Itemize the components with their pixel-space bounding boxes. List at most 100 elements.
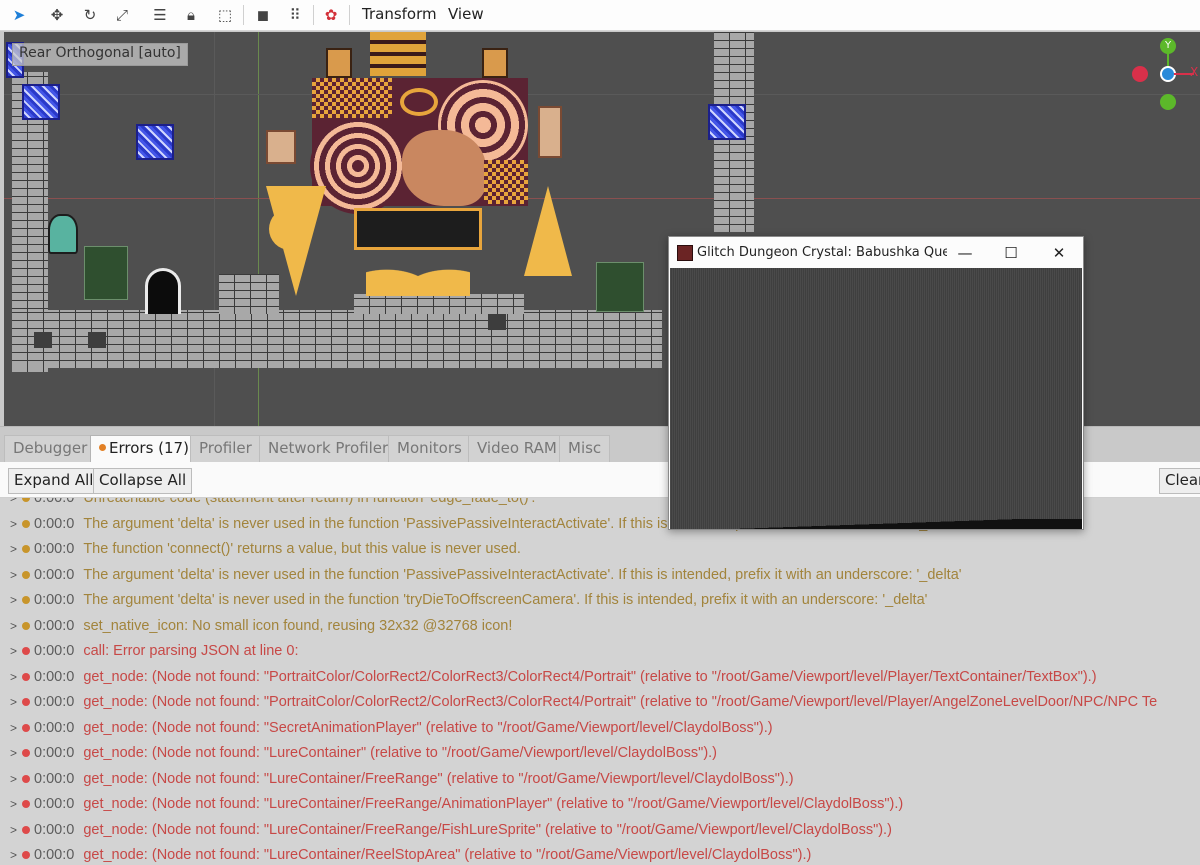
expand-arrow-icon[interactable]: > [10, 517, 22, 531]
lock-icon[interactable]: 🔒︎ [178, 3, 204, 27]
error-time: 0:00:0 [34, 617, 75, 634]
error-time: 0:00:0 [34, 541, 75, 557]
move-icon[interactable]: ✥ [44, 3, 70, 27]
error-icon [22, 800, 30, 808]
tab-video-ram[interactable]: Video RAM [468, 435, 566, 463]
game-canvas[interactable] [670, 268, 1082, 529]
expand-arrow-icon[interactable]: > [10, 746, 22, 760]
error-dot-icon [99, 444, 106, 451]
tab-debugger[interactable]: Debugger [4, 435, 97, 463]
error-row[interactable]: >0:00:0 call: Error parsing JSON at line … [10, 639, 299, 663]
error-row[interactable]: >0:00:0 Unreachable code (statement after… [10, 498, 535, 510]
boss-checker-right [484, 160, 528, 204]
error-row[interactable]: >0:00:0 get_node: (Node not found: "LureC… [10, 741, 717, 765]
game-window[interactable]: Glitch Dungeon Crystal: Babushka Quest (… [668, 236, 1084, 530]
expand-arrow-icon[interactable]: > [10, 568, 22, 582]
error-time: 0:00:0 [34, 796, 75, 812]
ledge-bricks [354, 294, 524, 314]
tab-errors[interactable]: Errors (17) [90, 435, 198, 463]
list-select-icon[interactable]: ☰ [147, 3, 173, 27]
collapse-all-button[interactable]: Collapse All [93, 468, 193, 494]
warning-icon [22, 621, 30, 630]
error-row[interactable]: >0:00:0 get_node: (Node not found: "Portr… [10, 665, 1097, 689]
error-time: 0:00:0 [34, 643, 75, 659]
menu-view[interactable]: View [448, 5, 484, 23]
boss-arm [402, 130, 486, 206]
error-time: 0:00:0 [34, 719, 75, 736]
error-message: get_node: (Node not found: "PortraitColo… [83, 668, 1097, 685]
tab-profiler[interactable]: Profiler [190, 435, 261, 463]
cube-icon[interactable]: ◼ [250, 3, 276, 27]
gizmo-x-label[interactable]: X [1190, 65, 1198, 79]
critter-sprite [326, 48, 352, 78]
view-mode-label[interactable]: Rear Orthogonal [auto] [12, 43, 188, 66]
camera-override-icon[interactable]: ✿ [318, 3, 344, 27]
bones-icon[interactable]: ⠿ [282, 3, 308, 27]
error-time: 0:00:0 [34, 745, 75, 761]
expand-arrow-icon[interactable]: > [10, 644, 22, 658]
error-message: The argument 'delta' is never used in th… [83, 566, 962, 583]
expand-arrow-icon[interactable]: > [10, 619, 22, 633]
boss-legs [366, 250, 470, 296]
error-message: get_node: (Node not found: "PortraitColo… [83, 694, 1158, 710]
error-time: 0:00:0 [34, 770, 75, 787]
boss-mouth [354, 208, 482, 250]
error-icon [22, 851, 30, 859]
error-message: get_node: (Node not found: "LureContaine… [83, 847, 812, 863]
expand-arrow-icon[interactable]: > [10, 848, 22, 862]
door-sprite [145, 268, 181, 314]
tab-network-profiler[interactable]: Network Profiler [259, 435, 398, 463]
axis-gizmo[interactable]: Y X [1124, 32, 1200, 122]
glitch-sprite [22, 84, 60, 120]
scale-icon[interactable]: ⤢ [109, 3, 135, 27]
error-row[interactable]: >0:00:0 set_native_icon: No small icon fo… [10, 614, 512, 638]
expand-arrow-icon[interactable]: > [10, 772, 22, 786]
error-time: 0:00:0 [34, 566, 75, 583]
expand-arrow-icon[interactable]: > [10, 593, 22, 607]
select-arrow-icon[interactable]: ➤ [6, 3, 32, 27]
error-list[interactable]: >0:00:0 Unreachable code (statement after… [0, 498, 1200, 865]
error-time: 0:00:0 [34, 694, 75, 710]
error-message: get_node: (Node not found: "LureContaine… [83, 745, 718, 761]
error-icon [22, 647, 30, 655]
error-row[interactable]: >0:00:0 get_node: (Node not found: "Portr… [10, 690, 1157, 714]
expand-arrow-icon[interactable]: > [10, 695, 22, 709]
expand-arrow-icon[interactable]: > [10, 823, 22, 837]
expand-arrow-icon[interactable]: > [10, 498, 22, 505]
boss-spike-right [524, 186, 572, 276]
tab-monitors[interactable]: Monitors [388, 435, 471, 463]
error-row[interactable]: >0:00:0 get_node: (Node not found: "LureC… [10, 767, 794, 791]
error-row[interactable]: >0:00:0 The function 'connect()' returns … [10, 537, 521, 561]
menu-transform[interactable]: Transform [362, 5, 437, 23]
tab-misc[interactable]: Misc [559, 435, 611, 463]
error-row[interactable]: >0:00:0 get_node: (Node not found: "LureC… [10, 792, 903, 816]
error-icon [22, 774, 30, 783]
game-app-icon [677, 245, 693, 261]
boss-eye [400, 88, 438, 116]
expand-arrow-icon[interactable]: > [10, 721, 22, 735]
error-row[interactable]: >0:00:0 get_node: (Node not found: "LureC… [10, 818, 892, 842]
clear-button[interactable]: Clear [1159, 468, 1200, 494]
error-row[interactable]: >0:00:0 The argument 'delta' is never use… [10, 563, 962, 587]
minimize-button[interactable]: — [945, 241, 985, 265]
error-message: The argument 'delta' is never used in th… [83, 592, 928, 608]
error-row[interactable]: >0:00:0 get_node: (Node not found: "LureC… [10, 843, 811, 865]
error-icon [22, 698, 30, 706]
expand-all-button[interactable]: Expand All [8, 468, 100, 494]
gizmo-neg-x-axis[interactable] [1132, 66, 1148, 82]
glitch-sprite [708, 104, 746, 140]
warning-icon [22, 570, 30, 579]
npc-sprite [596, 262, 644, 312]
expand-arrow-icon[interactable]: > [10, 670, 22, 684]
group-icon[interactable]: ⬚ [212, 3, 238, 27]
rotate-icon[interactable]: ↻ [77, 3, 103, 27]
critter-sprite [482, 48, 508, 78]
gizmo-neg-y-axis[interactable] [1160, 94, 1176, 110]
error-row[interactable]: >0:00:0 The argument 'delta' is never use… [10, 588, 927, 612]
expand-arrow-icon[interactable]: > [10, 542, 22, 556]
expand-arrow-icon[interactable]: > [10, 797, 22, 811]
close-button[interactable]: ✕ [1039, 241, 1079, 265]
error-row[interactable]: >0:00:0 get_node: (Node not found: "Secre… [10, 716, 773, 740]
maximize-button[interactable]: ☐ [991, 241, 1031, 265]
error-time: 0:00:0 [34, 668, 75, 685]
